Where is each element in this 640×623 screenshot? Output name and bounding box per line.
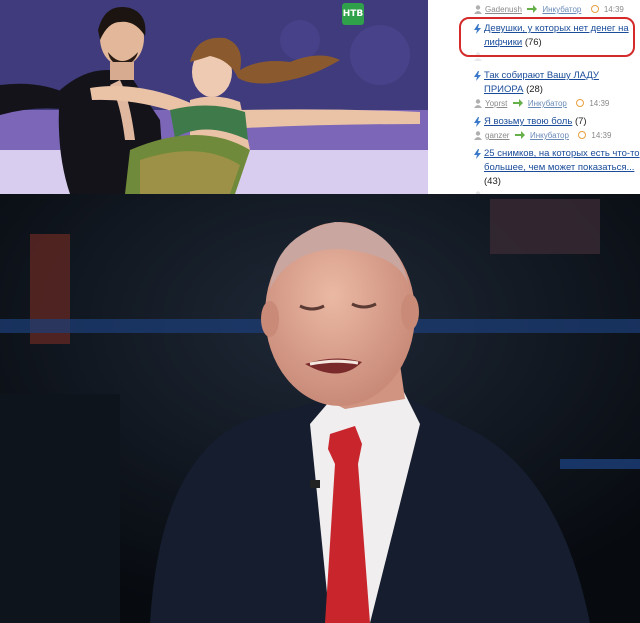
entry-title-line: 25 снимков, на которых есть что-то больш… (428, 147, 640, 189)
entry-category[interactable]: Инкубатор (528, 99, 567, 108)
clock-icon (576, 99, 585, 107)
entry-title-link[interactable]: Я возьму твою боль (484, 116, 572, 127)
comment-count: (43) (484, 176, 501, 187)
user-icon (474, 131, 482, 140)
lightning-icon (474, 149, 481, 159)
entry-category[interactable]: Инкубатор (530, 131, 569, 140)
user-icon (474, 99, 482, 108)
entry-meta: Yoprst Инкубатор 14:39 (428, 97, 640, 110)
lightning-icon (474, 117, 481, 127)
entry-meta: Gadenush Инкубатор 14:39 (428, 3, 640, 16)
red-highlight-circle (459, 17, 635, 57)
entry-author[interactable]: Yoprst (485, 99, 507, 108)
entry-author[interactable]: Gadenush (485, 5, 522, 14)
entry-title-line: Я возьму твою боль (7) (428, 115, 640, 129)
clock-icon (578, 131, 587, 139)
skaters-illustration (0, 0, 428, 194)
entry-title-line: Так собирают Вашу ЛАДУ ПРИОРА (28) (428, 69, 640, 97)
entry-time: 14:39 (603, 5, 624, 14)
entry-time: 14:39 (589, 99, 610, 108)
user-icon (474, 5, 482, 14)
list-item: 25 снимков, на которых есть что-то больш… (428, 147, 640, 194)
entry-time: 14:39 (591, 131, 612, 140)
news-sidebar: Gadenush Инкубатор 14:39 Девушки, у кото… (428, 0, 640, 194)
figure-skaters-photo: НТВ (0, 0, 428, 194)
list-item: Так собирают Вашу ЛАДУ ПРИОРА (28) Yoprs… (428, 69, 640, 110)
arrow-right-icon (512, 99, 523, 107)
entry-title-link[interactable]: 25 снимков, на которых есть что-то больш… (484, 148, 640, 173)
comment-count: (7) (574, 116, 587, 127)
entry-category[interactable]: Инкубатор (542, 5, 581, 14)
clock-icon (590, 5, 599, 13)
tv-host-illustration (0, 194, 640, 623)
lightning-icon (474, 71, 481, 81)
list-item: Я возьму твою боль (7) ganzer Инкубатор … (428, 115, 640, 142)
ntv-logo: НТВ (342, 3, 364, 25)
list-item: Gadenush Инкубатор 14:39 (428, 3, 640, 16)
arrow-right-icon (527, 5, 538, 13)
tv-host-photo (0, 194, 640, 623)
entry-author[interactable]: ganzer (485, 131, 509, 140)
entry-meta: ganzer Инкубатор 14:39 (428, 129, 640, 142)
arrow-right-icon (514, 131, 525, 139)
comment-count: (28) (526, 84, 543, 95)
